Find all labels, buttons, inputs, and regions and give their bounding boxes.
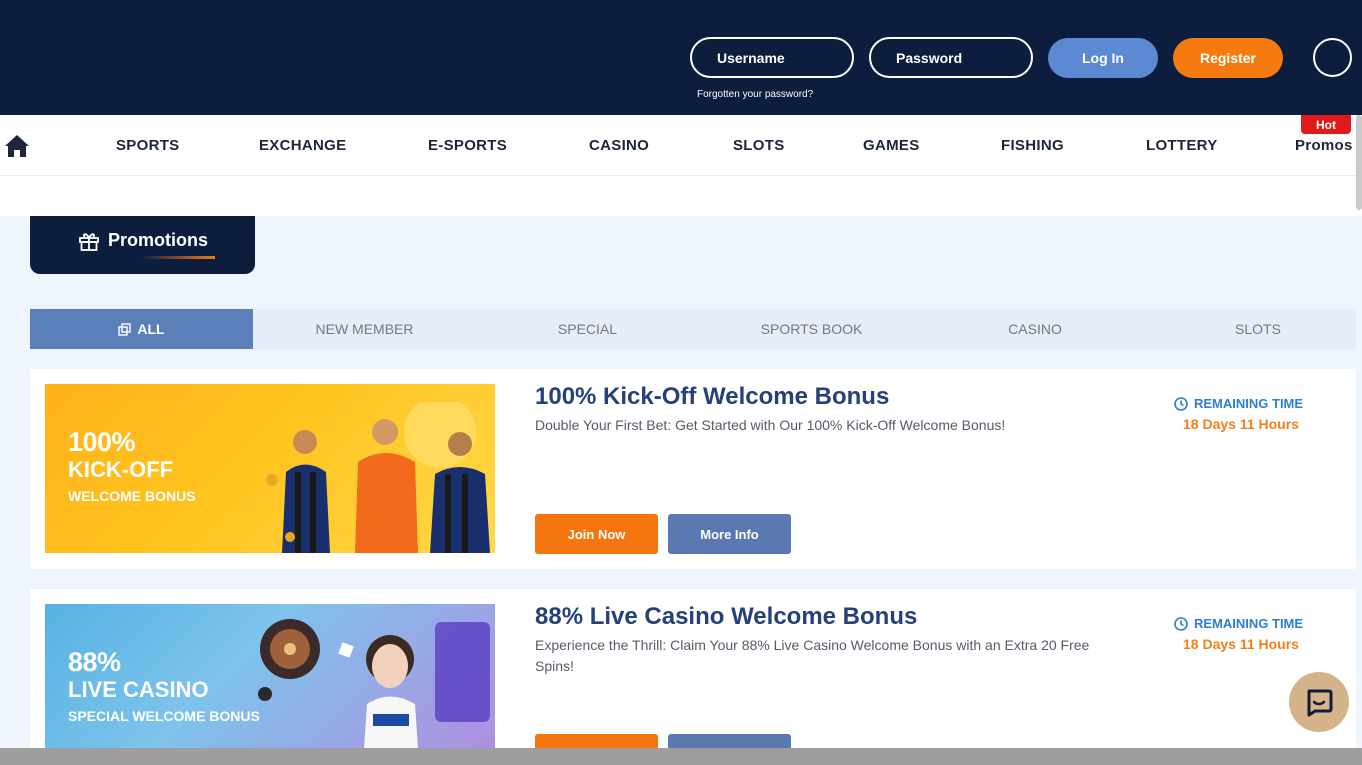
banner-caption: WELCOME BONUS (68, 488, 196, 504)
title-underline (140, 256, 215, 259)
promo-description: Double Your First Bet: Get Started with … (535, 417, 1006, 433)
main-nav: SPORTS EXCHANGE E-SPORTS CASINO SLOTS GA… (0, 115, 1362, 176)
promotions-header: Promotions (30, 216, 255, 274)
copy-icon (118, 322, 132, 336)
chat-button[interactable] (1289, 672, 1349, 732)
remaining-time-label: REMAINING TIME (1174, 396, 1303, 411)
promo-description: Experience the Thrill: Claim Your 88% Li… (535, 637, 1090, 674)
promotions-title: Promotions (108, 230, 209, 250)
nav-item-sports[interactable]: SPORTS (116, 137, 179, 154)
language-icon[interactable] (1313, 38, 1352, 77)
clock-icon (1174, 616, 1188, 631)
banner-subheadline: KICK-OFF (68, 457, 174, 482)
password-field[interactable]: Password (869, 37, 1033, 78)
remaining-time-value: 18 Days 11 Hours (1183, 416, 1299, 432)
vertical-scrollbar[interactable] (1356, 115, 1362, 210)
promo-banner-image[interactable]: 88% LIVE CASINO SPECIAL WELCOME BONUS (45, 604, 495, 765)
nav-item-casino[interactable]: CASINO (589, 137, 649, 154)
promotion-tabs: ALL NEW MEMBER SPECIAL SPORTS BOOK CASIN… (30, 309, 1356, 349)
username-field[interactable]: Username (690, 37, 854, 78)
hot-badge: Hot (1301, 115, 1351, 134)
tab-new-member[interactable]: NEW MEMBER (253, 309, 476, 349)
tab-slots[interactable]: SLOTS (1146, 309, 1362, 349)
clock-icon (1174, 396, 1188, 411)
register-button[interactable]: Register (1173, 38, 1283, 78)
nav-item-exchange[interactable]: EXCHANGE (259, 137, 346, 154)
tab-casino[interactable]: CASINO (924, 309, 1146, 349)
nav-item-slots[interactable]: SLOTS (733, 137, 785, 154)
nav-item-lottery[interactable]: LOTTERY (1146, 137, 1218, 154)
promo-title: 100% Kick-Off Welcome Bonus (535, 383, 890, 410)
tab-all[interactable]: ALL (30, 309, 253, 349)
promo-banner-image[interactable]: 100% KICK-OFF WELCOME BONUS (45, 384, 495, 553)
chat-icon (1307, 689, 1333, 717)
banner-subheadline: LIVE CASINO (68, 677, 209, 702)
banner-headline: 100% (68, 427, 136, 457)
nav-item-promos[interactable]: Promos (1295, 137, 1353, 154)
casino-illustration (258, 619, 490, 763)
nav-spacer (0, 176, 1362, 216)
site-header: Username Password Log In Register Forgot… (0, 0, 1362, 115)
promo-item: 88% LIVE CASINO SPECIAL WELCOME BONUS 88… (30, 589, 1356, 765)
tab-sports-book[interactable]: SPORTS BOOK (699, 309, 924, 349)
banner-headline: 88% (68, 647, 121, 677)
remaining-time-text: REMAINING TIME (1194, 396, 1304, 411)
forgot-password-link[interactable]: Forgotten your password? (697, 89, 813, 100)
players-illustration (266, 402, 490, 553)
promo-item: 100% KICK-OFF WELCOME BONUS 100% Kick-Of… (30, 369, 1356, 569)
nav-item-games[interactable]: GAMES (863, 137, 920, 154)
more-info-button[interactable]: More Info (668, 514, 791, 554)
tab-all-label: ALL (137, 321, 165, 337)
remaining-time-value: 18 Days 11 Hours (1183, 636, 1299, 652)
promo-title: 88% Live Casino Welcome Bonus (535, 603, 918, 630)
tab-special[interactable]: SPECIAL (476, 309, 699, 349)
gift-icon (79, 233, 99, 251)
nav-item-esports[interactable]: E-SPORTS (428, 137, 507, 154)
login-button[interactable]: Log In (1048, 38, 1158, 78)
remaining-time-label: REMAINING TIME (1174, 616, 1303, 631)
join-now-button[interactable]: Join Now (535, 514, 658, 554)
banner-caption: SPECIAL WELCOME BONUS (68, 708, 260, 724)
nav-item-fishing[interactable]: FISHING (1001, 137, 1064, 154)
horizontal-scrollbar[interactable] (0, 748, 1362, 765)
remaining-time-text: REMAINING TIME (1194, 616, 1304, 631)
home-icon[interactable] (4, 134, 30, 158)
